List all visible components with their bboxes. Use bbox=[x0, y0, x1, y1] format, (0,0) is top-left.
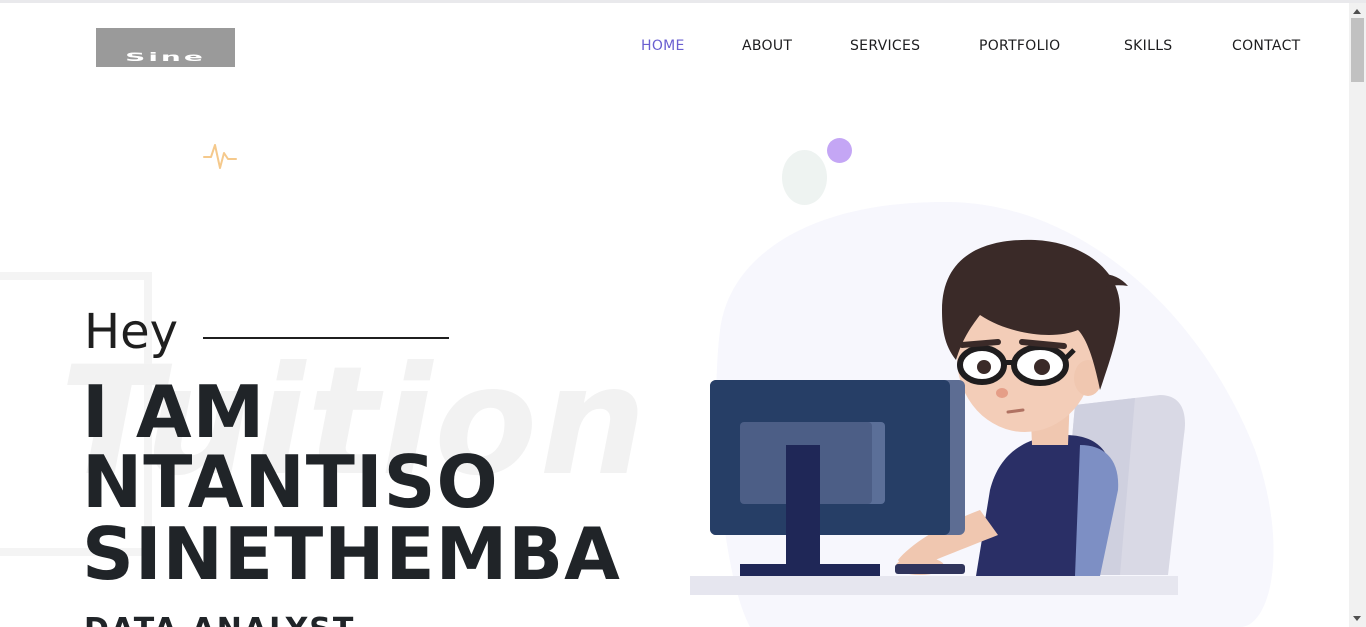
hero-title-line3: SINETHEMBA bbox=[82, 512, 621, 596]
greeting: Hey bbox=[84, 304, 179, 360]
nav-contact[interactable]: CONTACT bbox=[1232, 38, 1301, 58]
page-scrollbar[interactable] bbox=[1349, 3, 1366, 627]
heartbeat-icon bbox=[203, 144, 237, 169]
scroll-thumb[interactable] bbox=[1351, 18, 1364, 82]
developer-at-computer-illustration bbox=[690, 201, 1274, 627]
logo[interactable]: Sine bbox=[96, 28, 235, 67]
greeting-underline bbox=[203, 337, 449, 339]
top-border bbox=[0, 0, 1366, 3]
hero-title-line2: NTANTISO bbox=[82, 440, 499, 524]
nav-portfolio[interactable]: PORTFOLIO bbox=[979, 38, 1060, 58]
nav-skills[interactable]: SKILLS bbox=[1124, 38, 1172, 58]
hero-title-line1: I AM bbox=[82, 370, 266, 454]
nav-about[interactable]: ABOUT bbox=[742, 38, 792, 58]
scroll-down-icon[interactable] bbox=[1353, 616, 1361, 621]
logo-text: Sine bbox=[125, 49, 206, 64]
nav-services[interactable]: SERVICES bbox=[850, 38, 920, 58]
hero-subtitle: DATA ANALYST bbox=[84, 612, 355, 627]
scroll-up-icon[interactable] bbox=[1353, 9, 1361, 14]
nav-home[interactable]: HOME bbox=[641, 38, 685, 58]
decor-dot bbox=[827, 138, 852, 163]
